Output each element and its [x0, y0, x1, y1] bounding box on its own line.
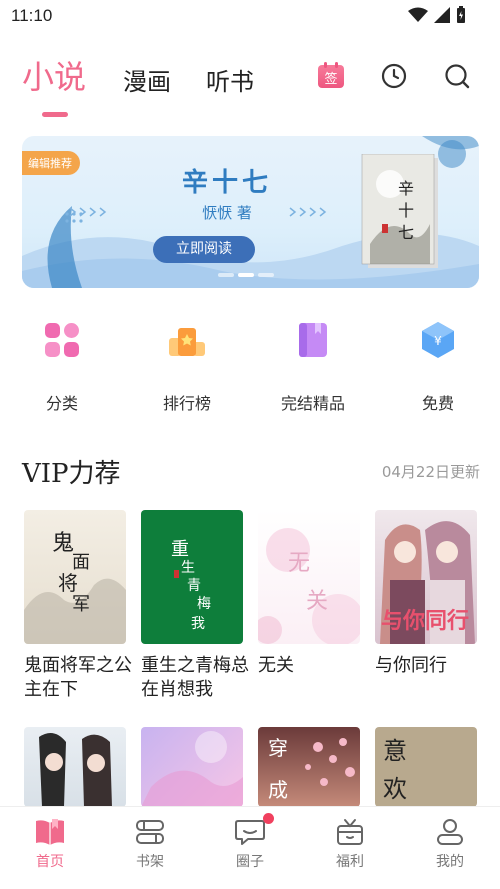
book-cover: 鬼 面 将 军	[24, 510, 126, 644]
notification-dot	[263, 813, 274, 824]
yuan-hexagon-icon: ¥	[418, 320, 458, 360]
svg-text:军: 军	[72, 594, 90, 615]
profile-icon	[434, 817, 466, 847]
category-label: 排行榜	[162, 394, 211, 413]
category-classify[interactable]: 分类	[17, 320, 107, 414]
section-title: VIP力荐	[22, 459, 121, 489]
book-card[interactable]: 无 关 无关	[258, 510, 360, 678]
nav-welfare[interactable]: 福利	[320, 817, 380, 871]
status-time: 11:10	[11, 6, 53, 25]
grid-icon	[42, 320, 82, 360]
signal-icon	[434, 7, 450, 23]
category-free[interactable]: ¥ 免费	[393, 320, 483, 414]
svg-text:穿: 穿	[268, 736, 288, 760]
category-label: 完结精品	[280, 394, 345, 413]
book-icon	[293, 320, 333, 360]
carousel-dots	[218, 273, 274, 277]
book-cover[interactable]	[24, 727, 126, 807]
nav-label: 圈子	[236, 854, 264, 870]
svg-text:生: 生	[181, 560, 195, 576]
nav-circle[interactable]: 圈子	[220, 813, 280, 871]
book-title: 与你同行	[375, 655, 447, 676]
tab-comic[interactable]: 漫画	[123, 62, 171, 97]
wifi-icon	[408, 7, 428, 22]
book-cover[interactable]	[141, 727, 243, 807]
svg-text:辛: 辛	[398, 179, 414, 198]
status-bar: 11:10	[0, 0, 500, 34]
nav-label: 福利	[336, 854, 364, 870]
podium-icon	[167, 320, 207, 360]
active-tab-indicator	[42, 112, 68, 117]
home-book-icon	[34, 817, 66, 847]
tab-audiobook[interactable]: 听书	[206, 62, 254, 97]
status-icons	[408, 6, 466, 24]
svg-text:将: 将	[58, 571, 78, 595]
category-ranking[interactable]: 排行榜	[142, 320, 232, 414]
history-clock-icon[interactable]	[380, 62, 408, 90]
book-cover: 重 生 青 梅 我	[141, 510, 243, 644]
svg-text:我: 我	[191, 616, 205, 632]
tab-novel[interactable]: 小说	[22, 52, 86, 98]
banner-carousel[interactable]: 编辑推荐 辛十七 恹恹 著 立即阅读 辛 十 七	[22, 136, 479, 288]
editor-pick-badge: 编辑推荐	[22, 151, 80, 175]
top-tabs: 小说 漫画 听书 签	[0, 52, 500, 122]
nav-label: 我的	[436, 854, 464, 870]
banner-book-cover[interactable]: 辛 十 七	[360, 153, 440, 269]
nav-profile[interactable]: 我的	[420, 817, 480, 871]
book-cover[interactable]: 穿 成	[258, 727, 360, 807]
update-date: 04月22日更新	[381, 463, 480, 481]
bookshelf-icon	[134, 817, 166, 847]
book-cover[interactable]: 意 欢	[375, 727, 477, 807]
banner-book-title: 辛十七	[181, 168, 272, 198]
book-title: 重生之青梅总在肖想我	[141, 655, 249, 700]
svg-text:关: 关	[306, 589, 328, 614]
chat-bubble-icon	[234, 813, 274, 847]
svg-text:成: 成	[268, 778, 288, 802]
book-cover: 无 关	[258, 510, 360, 644]
book-title: 无关	[258, 655, 294, 676]
book-cover: 与你同行	[375, 510, 477, 644]
svg-text:鬼: 鬼	[52, 531, 74, 556]
category-label: 分类	[45, 394, 78, 413]
svg-text:无: 无	[288, 551, 310, 576]
checkin-icon[interactable]: 签	[317, 62, 345, 90]
svg-text:重: 重	[171, 539, 189, 560]
svg-text:十: 十	[398, 201, 414, 220]
svg-text:青: 青	[187, 578, 201, 594]
bottom-navigation: 首页 书架 圈子 福利 我的	[0, 806, 500, 889]
svg-text:与你同行: 与你同行	[381, 608, 469, 634]
svg-text:意: 意	[383, 737, 407, 765]
category-completed[interactable]: 完结精品	[268, 320, 358, 414]
svg-text:签: 签	[324, 71, 337, 87]
gift-icon	[334, 817, 366, 847]
banner-author: 恹恹 著	[202, 204, 252, 222]
svg-text:欢: 欢	[383, 775, 407, 803]
battery-icon	[457, 6, 465, 23]
nav-label: 首页	[36, 854, 64, 870]
svg-text:¥: ¥	[434, 334, 442, 348]
category-label: 免费	[421, 394, 454, 413]
nav-label: 书架	[136, 854, 164, 870]
svg-text:七: 七	[398, 223, 414, 242]
svg-text:面: 面	[72, 552, 90, 573]
book-card[interactable]: 与你同行 与你同行	[375, 510, 477, 678]
book-card[interactable]: 重 生 青 梅 我 重生之青梅总在肖想我	[141, 510, 249, 702]
nav-bookshelf[interactable]: 书架	[120, 817, 180, 871]
book-title: 鬼面将军之公主在下	[24, 655, 132, 700]
svg-text:梅: 梅	[197, 596, 211, 612]
book-card[interactable]: 鬼 面 将 军 鬼面将军之公主在下	[24, 510, 132, 702]
read-now-button[interactable]: 立即阅读	[153, 236, 255, 263]
nav-home[interactable]: 首页	[20, 817, 80, 871]
search-icon[interactable]	[443, 62, 471, 90]
